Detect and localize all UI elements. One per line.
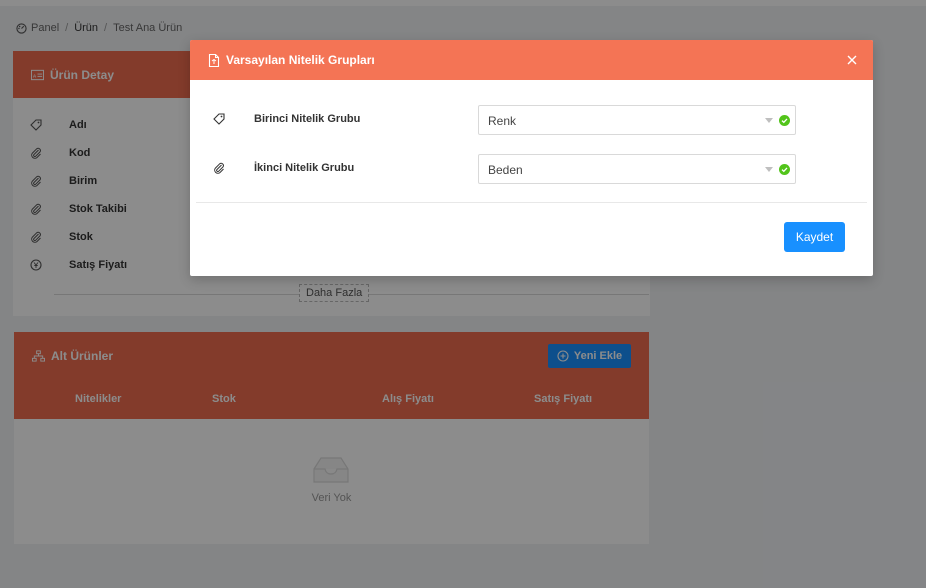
tag-icon	[213, 113, 225, 125]
first-attribute-group-select[interactable]: Renk	[478, 105, 796, 135]
second-attribute-group-row: İkinci Nitelik Grubu Beden	[190, 154, 873, 184]
paperclip-icon	[214, 162, 224, 174]
modal-title: Varsayılan Nitelik Grupları	[226, 53, 375, 67]
modal-divider	[196, 202, 867, 203]
file-icon	[208, 53, 220, 67]
attribute-groups-modal: Varsayılan Nitelik Grupları Birinci Nite…	[190, 40, 873, 276]
second-attribute-group-select[interactable]: Beden	[478, 154, 796, 184]
check-circle-icon	[779, 115, 790, 126]
save-button[interactable]: Kaydet	[784, 222, 845, 252]
modal-header: Varsayılan Nitelik Grupları	[190, 40, 873, 80]
close-icon[interactable]	[845, 53, 859, 67]
first-attribute-group-label: Birinci Nitelik Grubu	[254, 113, 361, 125]
check-circle-icon	[779, 164, 790, 175]
second-attribute-group-label: İkinci Nitelik Grubu	[254, 162, 355, 174]
first-attribute-group-row: Birinci Nitelik Grubu Renk	[190, 105, 873, 135]
chevron-down-icon	[765, 167, 773, 172]
second-attribute-group-value: Beden	[488, 163, 523, 177]
first-attribute-group-value: Renk	[488, 114, 517, 128]
chevron-down-icon	[765, 118, 773, 123]
